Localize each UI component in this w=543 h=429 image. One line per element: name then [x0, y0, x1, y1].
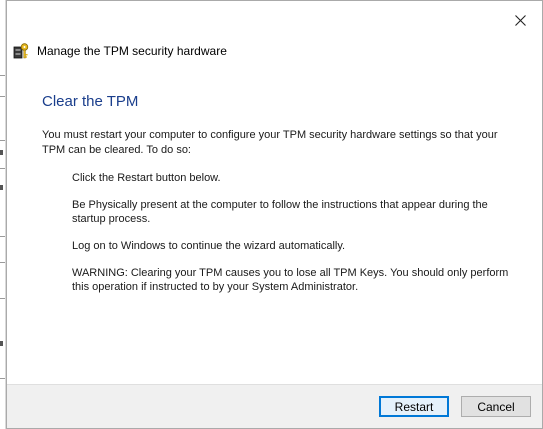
restart-button[interactable]: Restart [379, 396, 449, 417]
button-bar: Restart Cancel [7, 384, 542, 428]
instruction-step: Log on to Windows to continue the wizard… [72, 240, 346, 252]
dialog-content: Clear the TPM You must restart your comp… [42, 93, 518, 307]
instruction-step: Be Physically present at the computer to… [72, 199, 488, 225]
tpm-chip-key-icon [13, 43, 29, 59]
cancel-button[interactable]: Cancel [461, 396, 531, 417]
warning-text: WARNING: Clearing your TPM causes you to… [72, 267, 509, 293]
dialog-title: Manage the TPM security hardware [37, 44, 227, 58]
intro-text: You must restart your computer to config… [42, 129, 498, 156]
page-title: Clear the TPM [42, 93, 139, 110]
tpm-dialog: Manage the TPM security hardware Clear t… [6, 0, 543, 429]
instruction-step: Click the Restart button below. [72, 172, 221, 184]
close-icon [514, 14, 526, 26]
close-button[interactable] [508, 9, 532, 31]
dialog-header: Manage the TPM security hardware [13, 41, 227, 61]
